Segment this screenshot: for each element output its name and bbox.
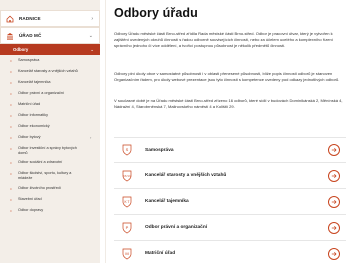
sidebar-subitem[interactable]: • Kancelář starosty a vnějších vztahů <box>0 67 100 78</box>
bullet-icon: • <box>10 113 12 118</box>
chevron-right-icon: › <box>90 135 92 140</box>
sidebar-subitem[interactable]: • Odbor ekonomický <box>0 122 100 133</box>
bullet-icon: • <box>10 185 12 191</box>
department-card-kancelar-tajemnika[interactable]: K T Kancelář tajemníka <box>114 189 346 215</box>
shield-emblem-icon: P <box>122 222 132 234</box>
department-card-title: Kancelář starosty a vnějších vztahů <box>145 173 227 178</box>
svg-text:M: M <box>125 251 128 256</box>
department-card-title: Samospráva <box>145 147 174 153</box>
bullet-icon: • <box>10 146 12 151</box>
sidebar-item-label: RADNICE <box>19 16 41 21</box>
sidebar-item-label: ÚŘAD MČ <box>19 33 42 38</box>
arrow-right-icon[interactable] <box>328 144 340 156</box>
department-card-title: Kancelář tajemníka <box>145 199 189 204</box>
home-icon <box>6 15 14 23</box>
sidebar-subitem[interactable]: • Odbor právní a organizační <box>0 89 100 100</box>
count-paragraph: V současné době je na Úřadu městské část… <box>114 98 343 110</box>
sidebar-subitem[interactable]: • Samospráva <box>0 56 100 67</box>
scope-paragraph: Odbory plní úkoly obce v samostatné půso… <box>114 71 340 83</box>
chevron-down-icon: ⌄ <box>90 46 94 52</box>
sidebar: RADNICE › ÚŘAD MČ ⌄ Odbory ⌄ • Samospráva… <box>0 0 100 263</box>
arrow-right-icon[interactable] <box>328 221 340 234</box>
sidebar-item-radnice[interactable]: RADNICE › <box>0 10 100 27</box>
sidebar-subitem[interactable]: • Odbor investiční a správy bytových domů <box>0 144 100 158</box>
sidebar-subitem-label: Odbor bytový <box>18 135 41 139</box>
building-icon <box>6 32 14 40</box>
sidebar-subitem-label: Kancelář tajemníka <box>18 80 51 84</box>
sidebar-item-label: Odbory <box>13 47 29 52</box>
sidebar-subitem-label: Odbor školství, sportu, kultury a mládež… <box>18 171 72 181</box>
sidebar-subitem[interactable]: • Odbor životního prostředí <box>0 184 100 195</box>
content-divider <box>105 0 106 263</box>
main-content: Odbory úřadu Odbory Úřadu městské části … <box>114 0 348 263</box>
sidebar-subitem[interactable]: • Odbor sociální a zdravotní <box>0 158 100 169</box>
bullet-icon: • <box>10 160 12 166</box>
sidebar-subitem[interactable]: • Stavební úřad <box>0 195 100 206</box>
sidebar-subitem[interactable]: • Odbor dopravy <box>0 206 100 217</box>
shield-emblem-icon: M <box>122 248 132 260</box>
bullet-icon: • <box>10 196 12 202</box>
bullet-icon: • <box>10 80 12 85</box>
sidebar-subitem-label: Odbor dopravy <box>18 207 44 212</box>
shield-emblem-icon: K T <box>122 196 132 208</box>
bullet-icon: • <box>10 91 12 96</box>
shield-emblem-icon: KS VV <box>122 170 132 182</box>
arrow-right-icon[interactable] <box>328 169 340 182</box>
sidebar-subitem-label: Odbor životního prostředí <box>18 185 61 190</box>
department-card-title: Odbor právní a organizační <box>145 225 208 230</box>
department-card-matricni[interactable]: M Matriční úřad <box>114 241 346 263</box>
sidebar-sublist: • Samospráva • Kancelář starosty a vnějšíc… <box>0 56 100 217</box>
department-card-samosprava[interactable]: S Samospráva <box>114 137 346 163</box>
sidebar-subitem[interactable]: • Kancelář tajemníka <box>0 78 100 89</box>
sidebar-subitem-label: Stavební úřad <box>18 196 42 201</box>
bullet-icon: • <box>10 171 12 177</box>
sidebar-item-odbory[interactable]: Odbory ⌄ <box>0 44 100 55</box>
bullet-icon: • <box>10 207 12 213</box>
sidebar-subitem[interactable]: • Odbor bytový › <box>0 133 100 144</box>
bullet-icon: • <box>10 69 12 74</box>
svg-text:KS VV: KS VV <box>123 174 131 178</box>
arrow-right-icon[interactable] <box>328 195 340 208</box>
svg-text:S: S <box>126 147 129 152</box>
department-card-pravni[interactable]: P Odbor právní a organizační <box>114 215 346 241</box>
bullet-icon: • <box>10 135 12 140</box>
bullet-icon: • <box>10 124 12 129</box>
sidebar-subitem[interactable]: • Odbor informatiky <box>0 111 100 122</box>
sidebar-subitem-label: Odbor právní a organizační <box>18 91 65 95</box>
department-card-title: Matriční úřad <box>145 251 176 256</box>
bullet-icon: • <box>10 102 12 107</box>
chevron-right-icon: › <box>91 15 93 22</box>
sidebar-item-urad[interactable]: ÚŘAD MČ ⌄ <box>0 27 100 44</box>
sidebar-subitem-label: Kancelář starosty a vnějších vztahů <box>18 69 78 73</box>
department-list: S Samospráva KS VV Kancelář starosty a v… <box>114 137 346 263</box>
chevron-down-icon: ⌄ <box>88 32 93 39</box>
sidebar-subitem-label: Odbor ekonomický <box>18 124 50 128</box>
arrow-right-icon[interactable] <box>328 247 340 260</box>
sidebar-subitem-label: Odbor investiční a správy bytových domů <box>18 146 77 155</box>
sidebar-subitem-label: Samospráva <box>18 58 40 62</box>
sidebar-subitem-label: Odbor informatiky <box>18 113 48 117</box>
intro-paragraph: Odbory Úřadu městské části Brno-střed zř… <box>114 31 333 49</box>
department-card-kancelar-starosty[interactable]: KS VV Kancelář starosty a vnějších vztah… <box>114 163 346 189</box>
sidebar-subitem[interactable]: • Odbor školství, sportu, kultury a mláde… <box>0 169 100 183</box>
shield-emblem-icon: S <box>122 144 132 156</box>
svg-text:K T: K T <box>125 200 130 204</box>
bullet-icon: • <box>10 58 12 63</box>
sidebar-subitem-label: Odbor sociální a zdravotní <box>18 160 63 165</box>
sidebar-subitem-label: Matriční úřad <box>18 102 41 106</box>
page-title: Odbory úřadu <box>114 6 198 20</box>
sidebar-subitem[interactable]: • Matriční úřad <box>0 100 100 111</box>
svg-text:P: P <box>126 225 129 230</box>
